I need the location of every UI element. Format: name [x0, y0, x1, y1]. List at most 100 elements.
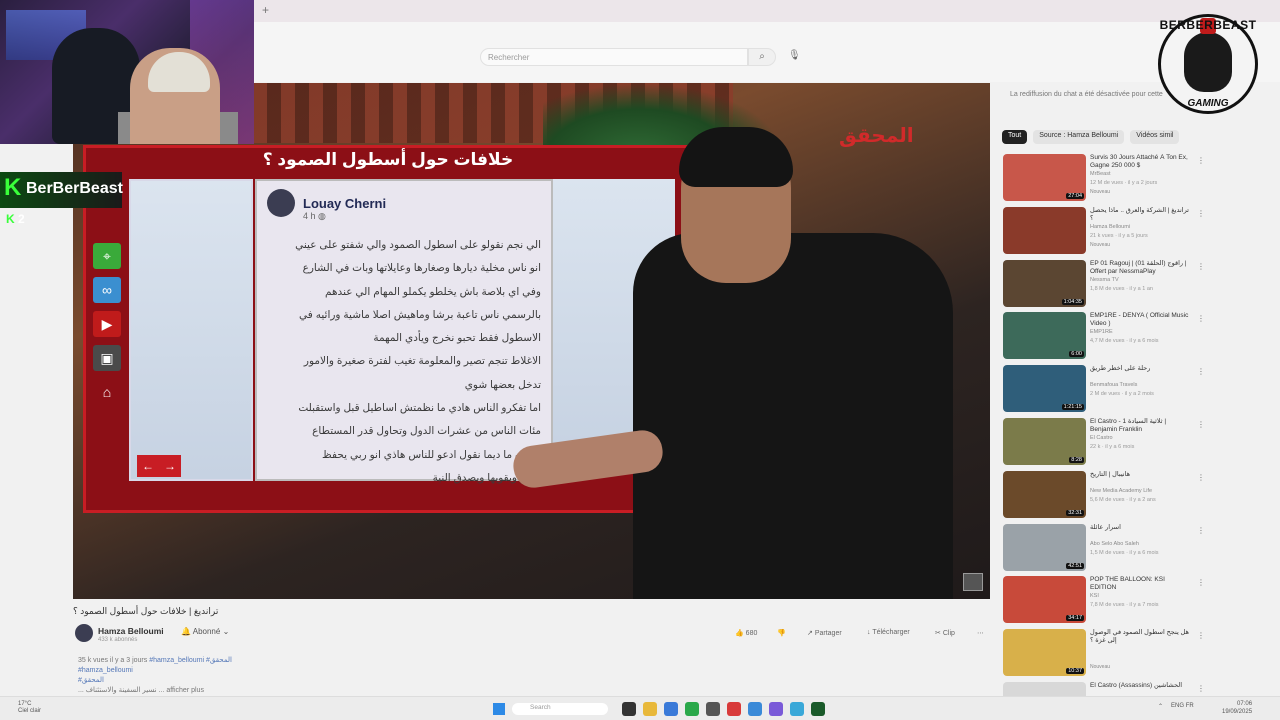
more-vert-icon[interactable]: ⋮ — [1197, 684, 1205, 693]
more-vert-icon[interactable]: ⋮ — [1197, 631, 1205, 640]
video-thumbnail[interactable]: 1:21:15 — [1003, 365, 1086, 413]
more-vert-icon[interactable]: ⋮ — [1197, 473, 1205, 482]
recommendation-item[interactable]: ترانديغ | الشركة والعرق .. ماذا يحصل ؟ Ha… — [1003, 206, 1205, 260]
chrome-icon[interactable] — [685, 702, 699, 716]
recommendation-title[interactable]: أسرار عائلة — [1090, 524, 1190, 532]
more-vert-icon[interactable]: ⋮ — [1197, 526, 1205, 535]
mic-icon[interactable]: 🎙 — [788, 50, 801, 61]
more-vert-icon[interactable]: ⋮ — [1197, 578, 1205, 587]
recommendation-item[interactable]: 6:00 EMP1RE - DENYA ( Official Music Vide… — [1003, 312, 1205, 365]
more-vert-icon[interactable]: ⋮ — [1197, 314, 1205, 323]
more-vert-icon[interactable]: ⋮ — [1197, 262, 1205, 271]
recommendation-title[interactable]: هل ينجح أسطول الصمود في الوصول إلى غزة ؟ — [1090, 629, 1190, 645]
recommendation-title[interactable]: ترانديغ | الشركة والعرق .. ماذا يحصل ؟ — [1090, 207, 1190, 223]
app-icon[interactable] — [790, 702, 804, 716]
recommendation-title[interactable]: رحلة على أخطر طريق — [1090, 365, 1190, 373]
video-description[interactable]: 35 k vues il y a 3 jours #hamza_belloumi… — [78, 656, 598, 696]
weather-widget[interactable]: 17°C Ciel clair — [18, 701, 41, 715]
recommendation-item[interactable]: 32:31 هانيبال | التاريخ New Media Academy … — [1003, 470, 1205, 524]
recommendation-channel[interactable]: Hamza Belloumi — [1090, 224, 1190, 230]
dislike-button[interactable]: 👎 — [777, 629, 786, 637]
post-text: الي نجم نقولو على اسطول الصمود والي شفتو… — [267, 234, 541, 490]
clip-button[interactable]: ✂ Clip — [935, 629, 955, 637]
chat-replay-note: La rediffusion du chat a été désactivée … — [1010, 91, 1163, 98]
filter-chip[interactable]: Source : Hamza Belloumi — [1033, 130, 1125, 144]
screen: + Rechercher ⌕ 🎙 خلافات حول أسطول الصمود… — [0, 0, 1280, 720]
search-input[interactable]: Rechercher — [480, 48, 748, 66]
show-more-link[interactable]: afficher plus — [166, 687, 204, 694]
video-thumbnail[interactable]: 32:31 — [1003, 470, 1086, 518]
recommendation-views: 4,7 M de vues · il y a 6 mois — [1090, 338, 1159, 345]
filter-chips: Tout Source : Hamza Belloumi Vidéos simil — [1002, 130, 1180, 144]
post-line: الي نجم نقولو على اسطول الصمود والي شفتو… — [295, 239, 541, 251]
recommendation-title[interactable]: EMP1RE - DENYA ( Official Music Video ) — [1090, 312, 1190, 328]
recommendation-item[interactable]: 42:51 أسرار عائلة Abo Selo Abo Saleh 1,5 M … — [1003, 523, 1205, 577]
filter-chip[interactable]: Tout — [1002, 130, 1028, 144]
more-vert-icon[interactable]: ⋮ — [1197, 156, 1205, 165]
share-button[interactable]: ↗ Partager — [807, 629, 842, 637]
facebook-post: Louay Cherni 4 h ◍ الي نجم نقولو على اسط… — [255, 179, 553, 484]
more-vert-icon[interactable]: ⋮ — [1197, 420, 1205, 429]
recommendation-channel[interactable]: El Castro — [1090, 435, 1190, 441]
video-thumbnail[interactable]: 10:37 — [1003, 629, 1086, 677]
recommendation-item[interactable]: 27:04 Survis 30 Jours Attaché À Ton Ex, G… — [1003, 154, 1205, 207]
video-thumbnail[interactable]: 42:51 — [1003, 523, 1086, 571]
new-tab-button[interactable]: + — [262, 3, 269, 17]
duration-badge: 1:21:15 — [1061, 404, 1084, 411]
video-thumbnail[interactable] — [1003, 206, 1086, 254]
share-icon: ↗ — [807, 630, 813, 637]
video-thumbnail[interactable]: 27:04 — [1003, 154, 1086, 201]
recommendation-channel[interactable]: Nessma TV — [1090, 277, 1190, 283]
video-thumbnail[interactable]: 1:04:35 — [1003, 259, 1086, 307]
recommendation-item[interactable]: 1:04:35 EP 01 Ragouj | (الحلقة 01) راقوج … — [1003, 259, 1205, 313]
app-icon[interactable] — [706, 702, 720, 716]
discord-icon[interactable] — [769, 702, 783, 716]
language-indicator[interactable]: ENG FR — [1171, 703, 1194, 710]
recommendation-item[interactable]: 8:28 El Castro - 1 ثلاثية السيادة | Benja… — [1003, 417, 1205, 471]
like-button[interactable]: 👍 680 — [735, 629, 757, 637]
video-player[interactable]: خلافات حول أسطول الصمود ؟ ⌖ ∞ ▶ ▣ ⌂ ∞ ▶ … — [73, 83, 990, 599]
video-thumbnail[interactable]: 6:00 — [1003, 312, 1086, 360]
recommendation-item[interactable]: 34:17 POP THE BALLOON: KSI EDITION KSI 7,8 … — [1003, 576, 1205, 629]
windows-start-icon[interactable] — [493, 703, 505, 715]
tray-chevron-icon[interactable]: ⌃ — [1158, 703, 1163, 710]
duration-badge: 1:04:35 — [1061, 298, 1084, 305]
taskbar-search[interactable]: Search — [512, 703, 608, 715]
new-badge: Nouveau — [1090, 189, 1111, 195]
recommendation-item[interactable]: 10:37 هل ينجح أسطول الصمود في الوصول إلى … — [1003, 629, 1205, 682]
folder-icon[interactable] — [643, 702, 657, 716]
app-icon[interactable] — [727, 702, 741, 716]
search-icon[interactable]: ⌕ — [748, 48, 776, 66]
scissors-icon: ✂ — [935, 630, 941, 637]
recommendation-title[interactable]: El Castro - 1 ثلاثية السيادة | Benjamin … — [1090, 418, 1190, 434]
app-icon[interactable] — [748, 702, 762, 716]
video-thumbnail[interactable]: 34:17 — [1003, 576, 1086, 624]
channel-name[interactable]: Hamza Belloumi — [98, 626, 164, 636]
more-vert-icon[interactable]: ⋮ — [1197, 367, 1205, 376]
app-icon[interactable] — [811, 702, 825, 716]
channel-row: Hamza Belloumi 433 k abonnés 🔔 Abonné ⌄ … — [73, 624, 990, 644]
recommendation-title[interactable]: Survis 30 Jours Attaché À Ton Ex, Gagne … — [1090, 154, 1190, 170]
recommendation-title[interactable]: POP THE BALLOON: KSI EDITION — [1090, 576, 1190, 592]
recommendation-channel[interactable]: New Media Academy Life — [1090, 488, 1190, 494]
recommendation-title[interactable]: EP 01 Ragouj | (الحلقة 01) راقوج | Offer… — [1090, 260, 1190, 276]
recommendation-title[interactable]: El Castro (Assassins) الحشاشين — [1090, 682, 1190, 690]
recommendation-channel[interactable]: Abo Selo Abo Saleh — [1090, 541, 1190, 547]
app-icon[interactable] — [622, 702, 636, 716]
taskbar-clock[interactable]: 07:06 19/09/2025 — [1222, 700, 1252, 716]
subscribe-button[interactable]: 🔔 Abonné ⌄ — [181, 627, 229, 636]
download-button[interactable]: ↓ Télécharger — [867, 629, 910, 636]
more-actions-button[interactable]: ⋯ — [977, 629, 984, 637]
recommendation-title[interactable]: هانيبال | التاريخ — [1090, 471, 1190, 479]
video-thumbnail[interactable]: 8:28 — [1003, 417, 1086, 465]
channel-avatar[interactable] — [75, 624, 93, 642]
recommendation-channel[interactable]: EMP1RE — [1090, 329, 1190, 335]
recommendation-channel[interactable]: KSI — [1090, 593, 1190, 599]
recommendation-channel[interactable]: Benmafoua Travels — [1090, 382, 1190, 388]
recommendation-item[interactable]: 1:21:15 رحلة على أخطر طريق Benmafoua Trave… — [1003, 365, 1205, 418]
recommendation-channel[interactable]: MrBeast — [1090, 171, 1190, 177]
filter-chip[interactable]: Vidéos simil — [1130, 130, 1180, 144]
viewer-count: K 2 — [6, 212, 25, 226]
app-icon[interactable] — [664, 702, 678, 716]
more-vert-icon[interactable]: ⋮ — [1197, 209, 1205, 218]
